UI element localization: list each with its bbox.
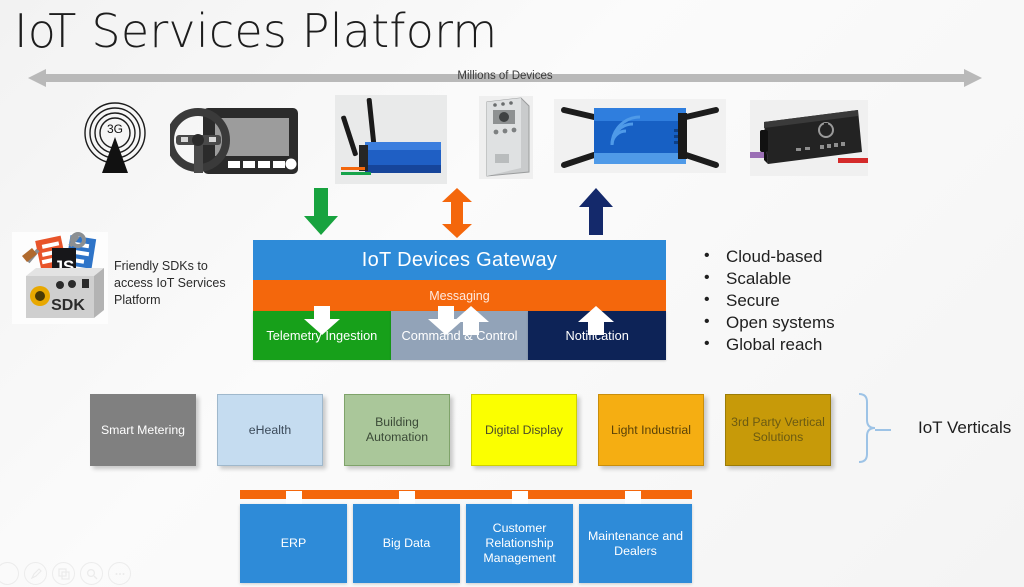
sdk-toolbox-icon: JS SDK: [12, 232, 108, 324]
vertical-ehealth: eHealth: [217, 394, 323, 466]
feature-item: Cloud-based: [700, 245, 835, 268]
slide-canvas: IoT Services Platform Millions of Device…: [0, 0, 1024, 587]
feature-item: Secure: [700, 289, 835, 312]
vertical-label: Building Automation: [365, 415, 429, 444]
device-connected-car-dashboard: [170, 101, 302, 179]
verticals-brace: [855, 392, 895, 468]
device-cell-tower-3g: 3G: [78, 97, 152, 175]
business-system-label: Customer Relationship Management: [483, 521, 556, 565]
device-blue-industrial-gateway: [554, 99, 726, 173]
business-system-label: Big Data: [382, 536, 431, 550]
vertical-smart-metering: Smart Metering: [90, 394, 196, 466]
millions-of-devices-label: Millions of Devices: [457, 70, 553, 82]
flow-arrow-notification-up: [578, 188, 614, 236]
gateway-box-label: Command & Control: [401, 328, 518, 343]
circle-icon[interactable]: [0, 562, 19, 585]
vertical-label: Smart Metering: [100, 422, 186, 437]
feature-item: Global reach: [700, 333, 835, 356]
more-icon[interactable]: [108, 562, 131, 585]
flow-arrow-command-bidirectional: [441, 188, 473, 238]
gateway-box-label: Notification: [565, 328, 629, 343]
device-black-broadband-router: [750, 100, 868, 176]
flow-arrow-telemetry-down: [303, 188, 339, 236]
search-icon[interactable]: [80, 562, 103, 585]
business-system-erp: ERP: [240, 504, 347, 583]
gateway-service-boxes: Telemetry Ingestion Command & Control No…: [253, 311, 667, 360]
iot-verticals-label: IoT Verticals: [918, 418, 1012, 437]
feature-item: Scalable: [700, 267, 835, 290]
svg-text:3G: 3G: [107, 122, 123, 136]
business-system-crm: Customer Relationship Management: [466, 504, 573, 583]
page-title: IoT Services Platform: [14, 4, 498, 58]
business-systems-orange-bar: [240, 490, 692, 499]
vertical-digital-display: Digital Display: [471, 394, 577, 466]
vertical-3rd-party-solutions: 3rd Party Vertical Solutions: [725, 394, 831, 466]
device-blue-router-antennas: [335, 95, 447, 184]
platform-features-list: Cloud-based Scalable Secure Open systems…: [700, 245, 835, 356]
gateway-box-notification: Notification: [528, 311, 667, 360]
vertical-label: 3rd Party Vertical Solutions: [731, 415, 825, 444]
device-wall-mounted-meter: [479, 96, 533, 179]
gateway-messaging-bar: Messaging: [253, 280, 666, 311]
gateway-box-label: Telemetry Ingestion: [266, 328, 378, 343]
sdk-caption: Friendly SDKs to access IoT Services Pla…: [114, 259, 226, 307]
copy-icon[interactable]: [52, 562, 75, 585]
vertical-building-automation: Building Automation: [344, 394, 450, 466]
business-system-label: ERP: [280, 536, 307, 550]
iot-devices-gateway-stack: IoT Devices Gateway Messaging Telemetry …: [253, 240, 667, 360]
vertical-label: Light Industrial: [611, 422, 691, 437]
vertical-label: eHealth: [248, 422, 292, 437]
gateway-box-telemetry-ingestion: Telemetry Ingestion: [253, 311, 391, 360]
vertical-light-industrial: Light Industrial: [598, 394, 704, 466]
business-system-label: Maintenance and Dealers: [587, 528, 684, 558]
pen-icon[interactable]: [24, 562, 47, 585]
feature-item: Open systems: [700, 311, 835, 334]
svg-text:SDK: SDK: [51, 297, 85, 314]
business-system-maintenance-dealers: Maintenance and Dealers: [579, 504, 692, 583]
watermark-toolbar: [0, 562, 131, 585]
vertical-label: Digital Display: [485, 422, 563, 437]
business-system-big-data: Big Data: [353, 504, 460, 583]
gateway-box-command-control: Command & Control: [390, 311, 529, 360]
gateway-title: IoT Devices Gateway: [253, 240, 666, 280]
